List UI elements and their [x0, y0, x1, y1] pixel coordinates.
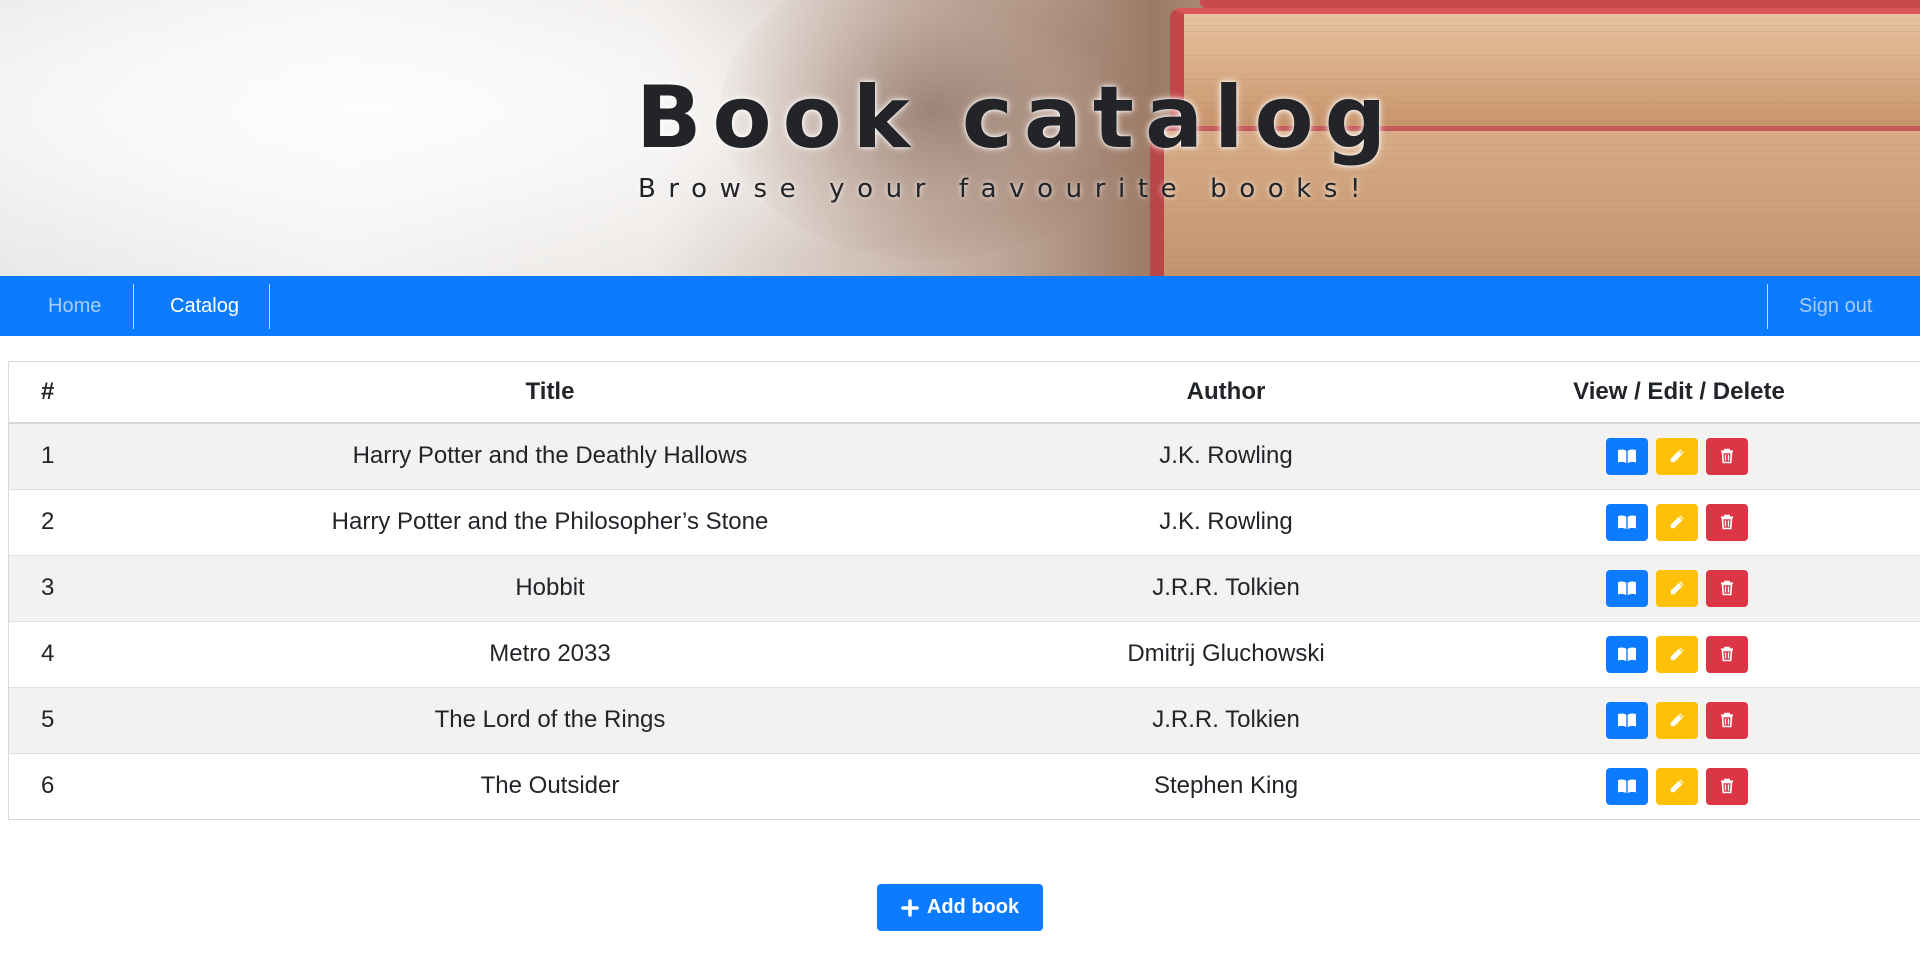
row-actions: [1437, 422, 1920, 489]
row-actions: [1437, 488, 1920, 555]
pencil-icon: [1670, 779, 1684, 793]
edit-book-button[interactable]: [1655, 437, 1698, 475]
book-open-icon: [1617, 449, 1636, 464]
pencil-icon: [1670, 515, 1684, 529]
nav-divider: [133, 284, 134, 329]
row-actions: [1437, 620, 1920, 687]
row-author: Dmitrij Gluchowski: [1015, 620, 1437, 687]
row-title: The Outsider: [85, 752, 1015, 819]
books-table-container: # Title Author View / Edit / Delete 1 Ha…: [8, 361, 1920, 820]
table-row: 5 The Lord of the Rings J.R.R. Tolkien: [9, 686, 1920, 753]
books-table: # Title Author View / Edit / Delete 1 Ha…: [9, 362, 1920, 819]
pencil-icon: [1670, 449, 1684, 463]
pencil-icon: [1670, 581, 1684, 595]
view-book-button[interactable]: [1605, 437, 1648, 475]
row-author: Stephen King: [1015, 752, 1437, 819]
row-number: 4: [9, 620, 85, 687]
view-book-button[interactable]: [1605, 503, 1648, 541]
row-title: Hobbit: [85, 554, 1015, 621]
row-author: J.K. Rowling: [1015, 422, 1437, 489]
row-title: Metro 2033: [85, 620, 1015, 687]
view-book-button[interactable]: [1605, 767, 1648, 805]
page-title: Book catalog: [636, 68, 1398, 168]
row-title: Harry Potter and the Deathly Hallows: [85, 422, 1015, 489]
row-title: Harry Potter and the Philosopher’s Stone: [85, 488, 1015, 555]
table-row: 3 Hobbit J.R.R. Tolkien: [9, 554, 1920, 621]
column-header-number: #: [9, 362, 85, 424]
edit-book-button[interactable]: [1655, 767, 1698, 805]
row-title: The Lord of the Rings: [85, 686, 1015, 753]
table-row: 2 Harry Potter and the Philosopher’s Sto…: [9, 488, 1920, 555]
delete-book-button[interactable]: [1705, 767, 1748, 805]
row-number: 6: [9, 752, 85, 819]
edit-book-button[interactable]: [1655, 569, 1698, 607]
row-author: J.R.R. Tolkien: [1015, 554, 1437, 621]
book-open-icon: [1617, 581, 1636, 596]
row-number: 3: [9, 554, 85, 621]
delete-book-button[interactable]: [1705, 701, 1748, 739]
table-row: 4 Metro 2033 Dmitrij Gluchowski: [9, 620, 1920, 687]
row-number: 5: [9, 686, 85, 753]
delete-book-button[interactable]: [1705, 569, 1748, 607]
row-author: J.K. Rowling: [1015, 488, 1437, 555]
add-book-button[interactable]: Add book: [877, 884, 1043, 931]
delete-book-button[interactable]: [1705, 635, 1748, 673]
row-number: 1: [9, 422, 85, 489]
view-book-button[interactable]: [1605, 701, 1648, 739]
delete-book-button[interactable]: [1705, 503, 1748, 541]
nav-divider: [1767, 284, 1768, 329]
page-subtitle: Browse your favourite books!: [638, 174, 1374, 204]
row-actions: [1437, 554, 1920, 621]
row-author: J.R.R. Tolkien: [1015, 686, 1437, 753]
edit-book-button[interactable]: [1655, 635, 1698, 673]
view-book-button[interactable]: [1605, 569, 1648, 607]
table-header: # Title Author View / Edit / Delete: [9, 362, 1920, 424]
column-header-actions: View / Edit / Delete: [1437, 362, 1920, 424]
table-body: 1 Harry Potter and the Deathly Hallows J…: [9, 422, 1920, 819]
edit-book-button[interactable]: [1655, 701, 1698, 739]
book-spine-top: [1200, 0, 1920, 8]
pencil-icon: [1670, 713, 1684, 727]
nav-divider: [269, 284, 270, 329]
view-book-button[interactable]: [1605, 635, 1648, 673]
trash-icon: [1720, 580, 1733, 596]
header-banner: Book catalog Browse your favourite books…: [0, 0, 1920, 276]
column-header-author: Author: [1015, 362, 1437, 424]
table-row: 6 The Outsider Stephen King: [9, 752, 1920, 819]
book-open-icon: [1617, 713, 1636, 728]
book-open-icon: [1617, 647, 1636, 662]
trash-icon: [1720, 712, 1733, 728]
row-actions: [1437, 752, 1920, 819]
trash-icon: [1720, 779, 1733, 794]
delete-book-button[interactable]: [1705, 437, 1748, 475]
trash-icon: [1720, 449, 1733, 464]
column-header-title: Title: [85, 362, 1015, 424]
trash-icon: [1720, 514, 1733, 530]
book-open-icon: [1617, 515, 1636, 530]
table-header-row: # Title Author View / Edit / Delete: [9, 362, 1920, 424]
trash-icon: [1720, 646, 1733, 662]
book-open-icon: [1617, 779, 1636, 794]
nav-catalog-link[interactable]: Catalog: [170, 276, 239, 336]
edit-book-button[interactable]: [1655, 503, 1698, 541]
navbar: Home Catalog Sign out: [0, 276, 1920, 336]
row-number: 2: [9, 488, 85, 555]
plus-icon: [901, 898, 919, 917]
nav-sign-out-link[interactable]: Sign out: [1799, 276, 1872, 336]
nav-home-link[interactable]: Home: [48, 276, 101, 336]
table-row: 1 Harry Potter and the Deathly Hallows J…: [9, 422, 1920, 489]
pencil-icon: [1670, 647, 1684, 661]
row-actions: [1437, 686, 1920, 753]
add-book-label: Add book: [926, 896, 1020, 918]
